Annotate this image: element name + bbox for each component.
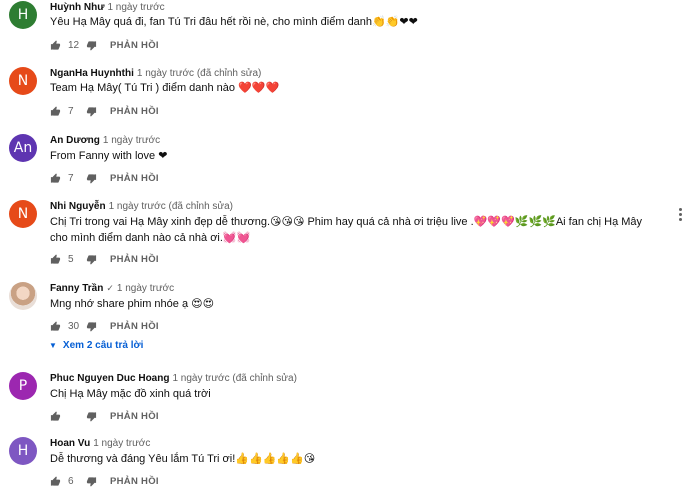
avatar[interactable]: N xyxy=(9,67,37,95)
view-replies-label: Xem 2 câu trả lời xyxy=(62,340,144,351)
like-icon[interactable] xyxy=(50,410,61,422)
like-count: 7 xyxy=(68,105,74,117)
comment-author[interactable]: Fanny Trần xyxy=(50,283,103,294)
avatar[interactable]: N xyxy=(9,200,37,228)
avatar[interactable]: H xyxy=(9,1,37,29)
chevron-down-icon: ▼ xyxy=(49,341,57,350)
comment-author[interactable]: NganHa Huynhthi xyxy=(50,68,134,79)
like-icon[interactable] xyxy=(50,105,61,117)
comment-text: Team Hạ Mây( Tú Tri ) điểm danh nào ❤️❤️… xyxy=(50,82,280,94)
like-count: 7 xyxy=(68,172,74,184)
comment-timestamp[interactable]: 1 ngày trước xyxy=(117,283,174,294)
comment-author[interactable]: Nhi Nguyễn xyxy=(50,201,106,212)
avatar[interactable]: P xyxy=(9,372,37,400)
comment-text: Yêu Hạ Mây quá đi, fan Tú Tri đâu hết rồ… xyxy=(50,16,418,28)
dislike-icon[interactable] xyxy=(86,106,97,117)
like-icon[interactable] xyxy=(50,172,61,184)
dislike-icon[interactable] xyxy=(86,254,97,265)
avatar[interactable]: An xyxy=(9,134,37,162)
like-icon[interactable] xyxy=(50,320,61,332)
comment-timestamp[interactable]: 1 ngày trước (đã chỉnh sửa) xyxy=(137,68,261,79)
like-count: 6 xyxy=(68,475,74,487)
comment-text: Mng nhớ share phim nhóe ạ 😍😍 xyxy=(50,298,215,310)
comment-text: Dễ thương và đáng Yêu lắm Tú Tri ơi!👍👍👍👍… xyxy=(50,453,316,465)
comment-author[interactable]: Phuc Nguyen Duc Hoang xyxy=(50,373,169,384)
like-count: 12 xyxy=(68,39,80,51)
reply-button[interactable]: PHẢN HỒI xyxy=(110,321,159,332)
dislike-icon[interactable] xyxy=(86,173,97,184)
comment-author[interactable]: Hoan Vu xyxy=(50,438,90,449)
comment-timestamp[interactable]: 1 ngày trước xyxy=(103,135,160,146)
comment-timestamp[interactable]: 1 ngày trước xyxy=(107,2,164,13)
comment-text: Chị Tri trong vai Hạ Mây xinh đẹp dễ thư… xyxy=(50,216,643,244)
reply-button[interactable]: PHẢN HỒI xyxy=(110,173,159,184)
like-count: 30 xyxy=(68,320,80,332)
comment-text: Chị Hạ Mây mặc đồ xinh quá trời xyxy=(50,388,211,400)
comment-author[interactable]: Huỳnh Như xyxy=(50,2,104,13)
like-icon[interactable] xyxy=(50,253,61,265)
verified-icon: ✓ xyxy=(106,283,114,293)
avatar[interactable] xyxy=(9,282,37,310)
reply-button[interactable]: PHẢN HỒI xyxy=(110,40,159,51)
comment-text: From Fanny with love ❤ xyxy=(50,150,168,162)
like-icon[interactable] xyxy=(50,39,61,51)
dislike-icon[interactable] xyxy=(86,411,97,422)
comment-timestamp[interactable]: 1 ngày trước xyxy=(93,438,150,449)
more-actions-icon[interactable] xyxy=(678,208,682,221)
reply-button[interactable]: PHẢN HỒI xyxy=(110,476,159,487)
dislike-icon[interactable] xyxy=(86,40,97,51)
view-replies-button[interactable]: ▼ Xem 2 câu trả lời xyxy=(49,340,143,351)
reply-button[interactable]: PHẢN HỒI xyxy=(110,254,159,265)
reply-button[interactable]: PHẢN HỒI xyxy=(110,411,159,422)
reply-button[interactable]: PHẢN HỒI xyxy=(110,106,159,117)
like-icon[interactable] xyxy=(50,475,61,487)
comment-author[interactable]: An Dương xyxy=(50,135,100,146)
dislike-icon[interactable] xyxy=(86,321,97,332)
comment-timestamp[interactable]: 1 ngày trước (đã chỉnh sửa) xyxy=(172,373,296,384)
comment-timestamp[interactable]: 1 ngày trước (đã chỉnh sửa) xyxy=(109,201,233,212)
avatar[interactable]: H xyxy=(9,437,37,465)
dislike-icon[interactable] xyxy=(86,476,97,487)
like-count: 5 xyxy=(68,253,74,265)
